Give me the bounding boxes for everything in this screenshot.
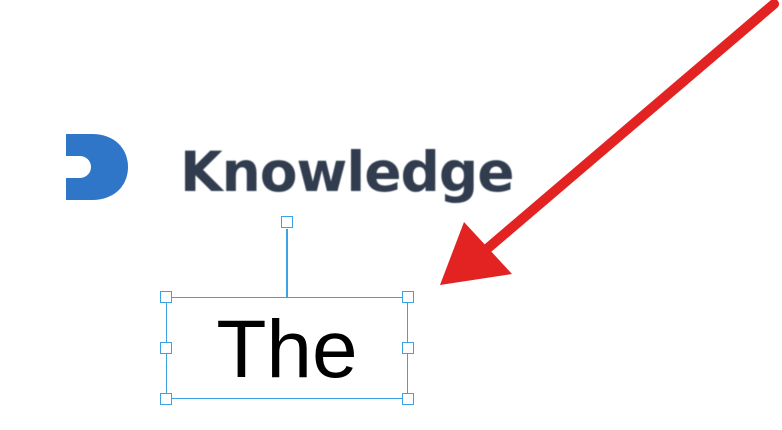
resize-handle-middle-right[interactable] — [402, 342, 414, 354]
text-box-content[interactable]: The — [216, 309, 357, 391]
rotation-connector — [286, 229, 288, 297]
rotation-handle[interactable] — [281, 216, 293, 228]
resize-handle-top-right[interactable] — [402, 291, 414, 303]
selected-text-box[interactable]: The — [166, 297, 408, 399]
resize-handle-top-left[interactable] — [160, 291, 172, 303]
logo-wordmark: Knowledge — [180, 140, 515, 204]
resize-handle-bottom-left[interactable] — [160, 393, 172, 405]
resize-handle-middle-left[interactable] — [160, 342, 172, 354]
logo-d-icon — [66, 134, 128, 200]
resize-handle-bottom-right[interactable] — [402, 393, 414, 405]
